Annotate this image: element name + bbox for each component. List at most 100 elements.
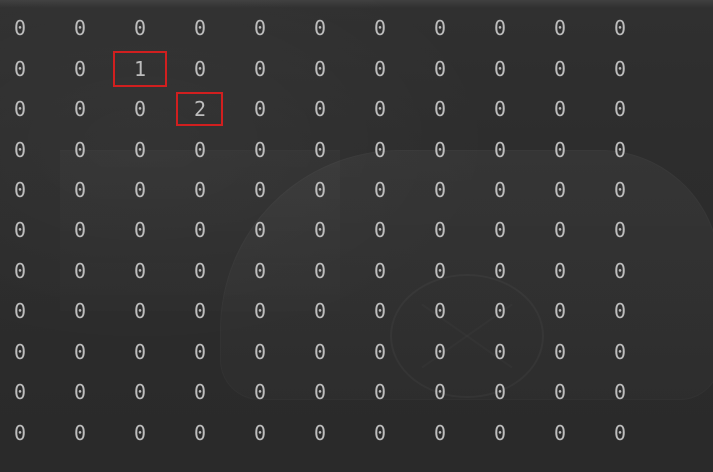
matrix-cell: 0 <box>433 380 447 404</box>
matrix-cell: 0 <box>73 380 87 404</box>
matrix-cell: 0 <box>613 97 627 121</box>
matrix-cell: 0 <box>13 57 27 81</box>
matrix-cell: 0 <box>193 57 207 81</box>
matrix-cell: 0 <box>73 16 87 40</box>
matrix-cell: 0 <box>613 57 627 81</box>
matrix-cell: 0 <box>373 340 387 364</box>
matrix-cell: 0 <box>133 218 147 242</box>
matrix-cell: 2 <box>193 97 207 121</box>
matrix-cell: 0 <box>493 380 507 404</box>
matrix-cell: 0 <box>613 340 627 364</box>
matrix-cell: 0 <box>133 16 147 40</box>
matrix-cell: 0 <box>613 259 627 283</box>
matrix-cell: 0 <box>493 259 507 283</box>
matrix-cell: 0 <box>133 340 147 364</box>
matrix-cell: 0 <box>13 16 27 40</box>
matrix-cell: 0 <box>133 259 147 283</box>
matrix-cell: 0 <box>553 57 567 81</box>
matrix-cell: 0 <box>553 218 567 242</box>
matrix-cell: 0 <box>193 218 207 242</box>
matrix-cell: 0 <box>193 138 207 162</box>
matrix-cell: 0 <box>253 138 267 162</box>
matrix-cell: 0 <box>193 380 207 404</box>
matrix-cell: 0 <box>313 380 327 404</box>
matrix-cell: 0 <box>73 57 87 81</box>
matrix-cell: 0 <box>253 340 267 364</box>
matrix-cell: 0 <box>13 299 27 323</box>
matrix-cell: 0 <box>13 138 27 162</box>
matrix-cell: 0 <box>193 340 207 364</box>
matrix-cell: 0 <box>73 178 87 202</box>
matrix-cell: 0 <box>433 16 447 40</box>
matrix-cell: 0 <box>73 259 87 283</box>
matrix-cell: 0 <box>193 178 207 202</box>
matrix-cell: 0 <box>553 380 567 404</box>
matrix-cell: 0 <box>133 178 147 202</box>
matrix-cell: 0 <box>253 97 267 121</box>
matrix-cell: 0 <box>493 57 507 81</box>
matrix-cell: 0 <box>493 299 507 323</box>
matrix-cell: 0 <box>493 97 507 121</box>
matrix-cell: 0 <box>253 178 267 202</box>
matrix-cell: 0 <box>313 421 327 445</box>
matrix-cell: 0 <box>133 97 147 121</box>
matrix-cell: 0 <box>493 421 507 445</box>
matrix-cell: 0 <box>193 299 207 323</box>
matrix-cell: 0 <box>313 218 327 242</box>
matrix-cell: 0 <box>313 299 327 323</box>
matrix-cell: 0 <box>373 218 387 242</box>
matrix-cell: 0 <box>553 259 567 283</box>
matrix-cell: 0 <box>313 178 327 202</box>
matrix-cell: 0 <box>253 16 267 40</box>
matrix-cell: 0 <box>13 259 27 283</box>
matrix-cell: 0 <box>433 421 447 445</box>
matrix-cell: 0 <box>433 138 447 162</box>
matrix-cell: 0 <box>553 340 567 364</box>
matrix-cell: 0 <box>433 340 447 364</box>
matrix-cell: 0 <box>433 218 447 242</box>
matrix-cell: 0 <box>73 340 87 364</box>
matrix-cell: 0 <box>13 380 27 404</box>
matrix-cell: 0 <box>373 299 387 323</box>
matrix-cell: 1 <box>133 57 147 81</box>
matrix-cell: 0 <box>373 259 387 283</box>
matrix-cell: 0 <box>313 16 327 40</box>
matrix-cell: 0 <box>13 97 27 121</box>
matrix-cell: 0 <box>73 218 87 242</box>
matrix-cell: 0 <box>553 421 567 445</box>
matrix-cell: 0 <box>313 57 327 81</box>
matrix-cell: 0 <box>313 259 327 283</box>
matrix-cell: 0 <box>553 299 567 323</box>
matrix-cell: 0 <box>13 178 27 202</box>
matrix-cell: 0 <box>373 421 387 445</box>
matrix-cell: 0 <box>433 97 447 121</box>
matrix-cell: 0 <box>253 57 267 81</box>
matrix-cell: 0 <box>13 218 27 242</box>
matrix-cell: 0 <box>493 218 507 242</box>
matrix-cell: 0 <box>493 340 507 364</box>
matrix-cell: 0 <box>433 259 447 283</box>
matrix-cell: 0 <box>73 299 87 323</box>
matrix-cell: 0 <box>253 218 267 242</box>
matrix-cell: 0 <box>373 138 387 162</box>
matrix-cell: 0 <box>373 97 387 121</box>
matrix-cell: 0 <box>13 421 27 445</box>
matrix-cell: 0 <box>613 16 627 40</box>
number-grid: 0 0 0 0 0 0 0 0 0 0 0 0 0 1 0 0 0 0 0 0 … <box>0 0 713 472</box>
matrix-cell: 0 <box>73 138 87 162</box>
matrix-cell: 0 <box>553 97 567 121</box>
matrix-cell: 0 <box>433 57 447 81</box>
matrix-cell: 0 <box>133 421 147 445</box>
matrix-cell: 0 <box>313 138 327 162</box>
matrix-cell: 0 <box>193 16 207 40</box>
matrix-cell: 0 <box>373 16 387 40</box>
matrix-cell: 0 <box>373 178 387 202</box>
matrix-cell: 0 <box>613 380 627 404</box>
matrix-cell: 0 <box>553 178 567 202</box>
matrix-cell: 0 <box>613 138 627 162</box>
matrix-cell: 0 <box>133 380 147 404</box>
matrix-cell: 0 <box>373 57 387 81</box>
matrix-cell: 0 <box>313 97 327 121</box>
matrix-cell: 0 <box>373 380 387 404</box>
matrix-cell: 0 <box>253 259 267 283</box>
